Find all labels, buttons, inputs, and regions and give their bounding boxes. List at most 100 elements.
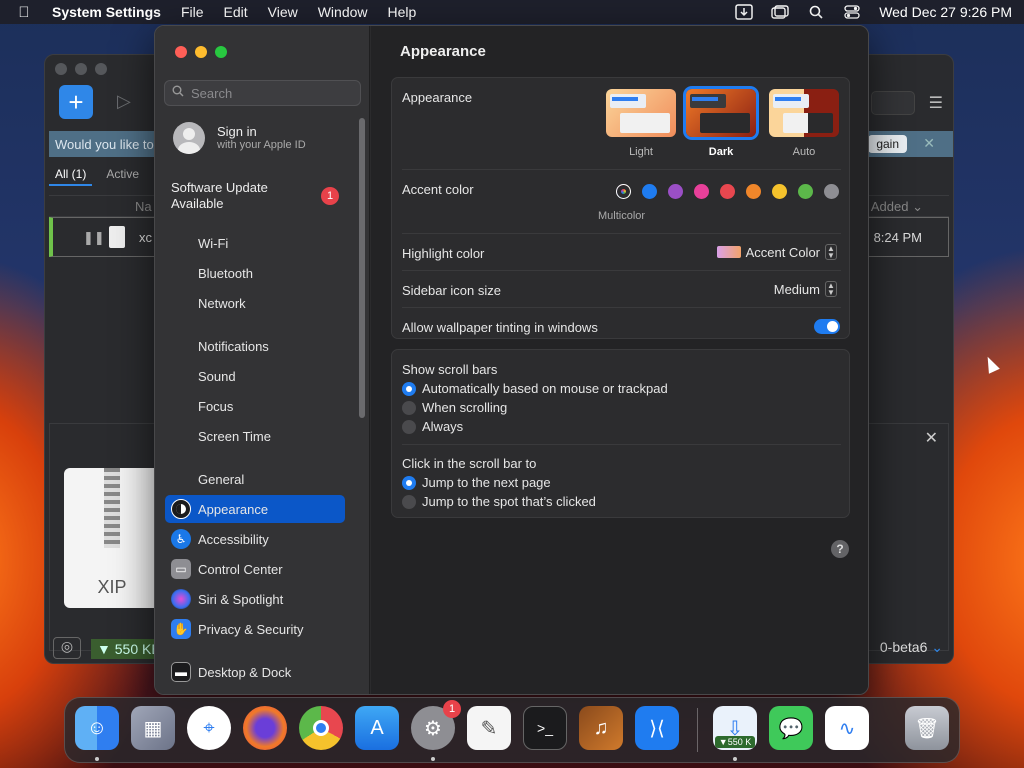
bg-close-button[interactable] — [55, 63, 67, 75]
apple-menu-icon[interactable]:  — [12, 4, 36, 21]
messages-icon[interactable]: 💬 — [769, 706, 813, 750]
close-button[interactable] — [175, 46, 187, 58]
firefox-icon[interactable] — [243, 706, 287, 750]
terminal-icon[interactable]: >_ — [523, 706, 567, 750]
theme-auto-thumbnail[interactable] — [769, 89, 839, 137]
accent-red-swatch[interactable] — [720, 184, 735, 199]
signin-subtitle: with your Apple ID — [217, 139, 306, 151]
finder-icon[interactable]: ☺ — [75, 706, 119, 750]
sidebar-item-focus[interactable]: Focus — [165, 392, 345, 420]
pause-icon[interactable]: ❚❚ — [83, 230, 105, 246]
menu-view[interactable]: View — [268, 4, 298, 20]
resume-icon[interactable]: ▷ — [117, 91, 131, 112]
divider — [402, 307, 841, 308]
textedit-icon[interactable]: ✎ — [467, 706, 511, 750]
sidebar-item-sound[interactable]: Sound — [165, 362, 345, 390]
bg-zoom-button[interactable] — [95, 63, 107, 75]
sidebar-item-notifications[interactable]: Notifications — [165, 332, 345, 360]
radio-scroll-automatic[interactable]: Automatically based on mouse or trackpad — [402, 381, 668, 396]
downloader-app-icon[interactable]: ⇩ ▼550 K — [713, 706, 757, 750]
freeform-icon[interactable]: ∿ — [825, 706, 869, 750]
accent-purple-swatch[interactable] — [668, 184, 683, 199]
running-indicator — [95, 757, 99, 761]
bg-minimize-button[interactable] — [75, 63, 87, 75]
radio-jump-next-page[interactable]: Jump to the next page — [402, 475, 551, 490]
launchpad-icon[interactable]: ▦ — [131, 706, 175, 750]
garageband-icon[interactable]: ♫ — [579, 706, 623, 750]
radio-jump-spot-clicked[interactable]: Jump to the spot that’s clicked — [402, 494, 596, 509]
radio-scroll-always[interactable]: Always — [402, 419, 463, 434]
row-added-time: 8:24 PM — [873, 230, 922, 245]
bg-search-input[interactable] — [871, 91, 915, 115]
sidebar-item-siri-spotlight[interactable]: Siri & Spotlight — [165, 585, 345, 613]
window-manager-icon[interactable] — [771, 5, 789, 19]
radio-label: When scrolling — [422, 400, 508, 415]
help-button[interactable]: ? — [831, 540, 849, 558]
sidebar-item-privacy-security[interactable]: ✋ Privacy & Security — [165, 615, 345, 643]
sidebar-item-network[interactable]: Network — [165, 289, 345, 317]
theme-auto-label: Auto — [792, 146, 816, 158]
menu-help[interactable]: Help — [388, 4, 417, 20]
menu-app-name[interactable]: System Settings — [52, 4, 161, 20]
safari-icon[interactable]: ⌖ — [187, 706, 231, 750]
radio-scroll-when-scrolling[interactable]: When scrolling — [402, 400, 507, 415]
accessibility-icon: ♿ — [171, 529, 191, 549]
sidebar-item-screen-time[interactable]: Screen Time — [165, 422, 345, 450]
chrome-icon[interactable] — [299, 706, 343, 750]
sidebar-item-control-center[interactable]: ▭ Control Center — [165, 555, 345, 583]
sidebar-icon-size-value: Medium — [773, 281, 820, 297]
theme-light-thumbnail[interactable] — [606, 89, 676, 137]
download-status-icon[interactable] — [735, 4, 753, 20]
sidebar-item-bluetooth[interactable]: Bluetooth — [165, 259, 345, 287]
accent-multicolor-swatch[interactable] — [616, 184, 631, 199]
menu-file[interactable]: File — [181, 4, 204, 20]
apple-id-signin[interactable]: Sign in with your Apple ID — [173, 122, 353, 162]
detail-close-icon[interactable]: ✕ — [925, 428, 938, 448]
zoom-button[interactable] — [215, 46, 227, 58]
appearance-pane: Appearance Appearance Light Dark Auto Ac… — [371, 26, 868, 694]
try-again-button[interactable]: gain — [868, 135, 907, 153]
menu-bar:  System Settings File Edit View Window … — [0, 0, 1024, 24]
col-name[interactable]: Na — [135, 199, 152, 214]
sidebar-scrollbar[interactable] — [359, 118, 365, 418]
spotlight-search-icon[interactable] — [807, 5, 825, 19]
vscode-icon[interactable]: ⟩⟨ — [635, 706, 679, 750]
version-label[interactable]: 0-beta6 ⌄ — [880, 639, 943, 656]
speed-limit-icon[interactable]: ◎ — [53, 637, 81, 659]
search-input[interactable] — [191, 84, 356, 102]
minimize-button[interactable] — [195, 46, 207, 58]
banner-close-icon[interactable]: ✕ — [923, 135, 935, 152]
screen-time-icon — [171, 426, 191, 446]
col-added[interactable]: Added ⌄ — [871, 199, 923, 215]
theme-dark-thumbnail[interactable] — [686, 89, 756, 137]
control-center-icon[interactable] — [843, 5, 861, 19]
add-download-button[interactable]: + — [59, 85, 93, 119]
clock[interactable]: Wed Dec 27 9:26 PM — [879, 4, 1012, 20]
trash-icon[interactable]: 🗑 — [905, 706, 949, 750]
sidebar-item-desktop-dock[interactable]: ▬ Desktop & Dock — [165, 658, 345, 686]
system-settings-icon[interactable]: ⚙ 1 — [411, 700, 461, 750]
accent-blue-swatch[interactable] — [642, 184, 657, 199]
sidebar-item-label: Privacy & Security — [198, 621, 304, 637]
sidebar-item-general[interactable]: General — [165, 465, 345, 493]
tab-active[interactable]: Active — [106, 167, 139, 186]
sidebar-item-appearance[interactable]: Appearance — [165, 495, 345, 523]
menu-window[interactable]: Window — [318, 4, 368, 20]
app-store-icon[interactable]: A — [355, 706, 399, 750]
update-badge: 1 — [321, 187, 339, 205]
accent-graphite-swatch[interactable] — [824, 184, 839, 199]
accent-green-swatch[interactable] — [798, 184, 813, 199]
menu-edit[interactable]: Edit — [224, 4, 248, 20]
sidebar-item-wifi[interactable]: Wi-Fi — [165, 229, 345, 257]
radio-on-icon — [402, 381, 416, 396]
accent-pink-swatch[interactable] — [694, 184, 709, 199]
accent-orange-swatch[interactable] — [746, 184, 761, 199]
accent-yellow-swatch[interactable] — [772, 184, 787, 199]
network-icon — [171, 293, 191, 313]
hamburger-menu-icon[interactable]: ☰ — [929, 93, 943, 113]
sidebar-icon-size-popup[interactable]: Medium ▲ ▼ — [774, 281, 837, 297]
tab-all[interactable]: All (1) — [49, 167, 93, 186]
sidebar-item-accessibility[interactable]: ♿ Accessibility — [165, 525, 345, 553]
wallpaper-tinting-toggle[interactable] — [814, 319, 840, 334]
highlight-color-popup[interactable]: Accent Color ▲ ▼ — [716, 244, 837, 260]
